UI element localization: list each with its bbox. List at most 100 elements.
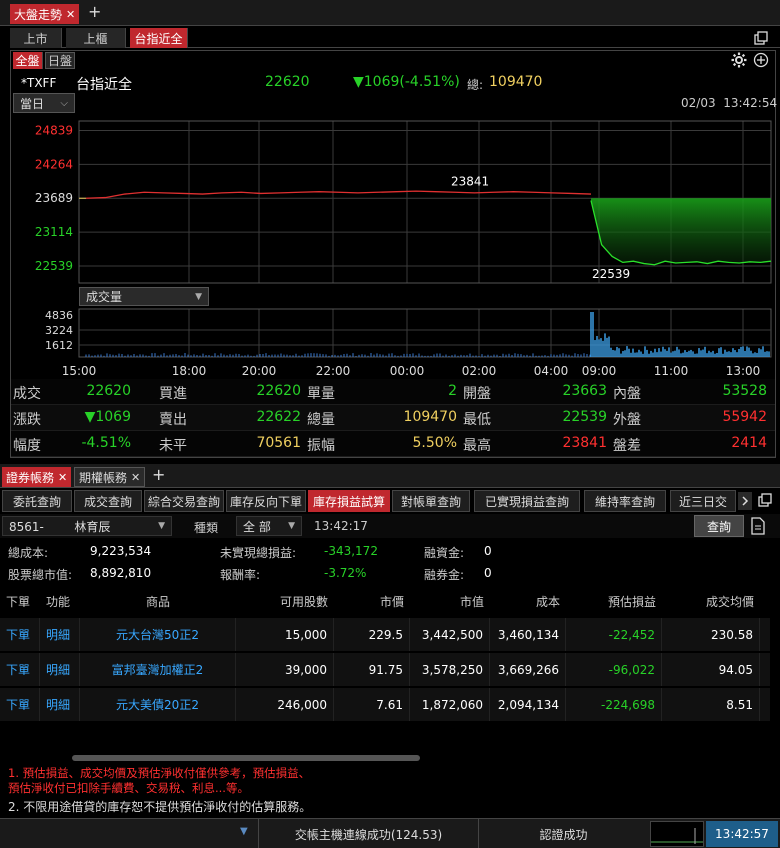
stat-label: 單量 <box>307 386 335 402</box>
volume-tick-label: 3224 <box>45 324 73 337</box>
detail-link[interactable]: 明細 <box>40 688 80 721</box>
tab-futures-label: 期權帳務 <box>79 470 128 485</box>
x-tick-label: 13:00 <box>726 364 761 378</box>
export-icon[interactable] <box>750 517 766 535</box>
function-tab[interactable]: 綜合交易查詢 <box>144 490 224 512</box>
column-header[interactable]: 功能 <box>46 593 74 610</box>
chevron-down-icon: ▼ <box>195 291 202 302</box>
volume-plot-frame <box>78 308 772 358</box>
x-tick-label: 11:00 <box>654 364 689 378</box>
stat-value: 53528 <box>722 383 767 399</box>
function-tab[interactable]: 已實現損益查詢 <box>474 490 580 512</box>
period-select-value: 當日 <box>20 96 45 111</box>
column-header[interactable]: 商品 <box>86 593 230 610</box>
add-tab-icon[interactable]: + <box>152 465 165 484</box>
add-tab-icon[interactable]: + <box>88 2 101 21</box>
stat-value: 5.50% <box>412 435 457 451</box>
column-header[interactable]: 下單 <box>6 593 34 610</box>
quote-total: 109470 <box>489 74 543 90</box>
subtab-futures[interactable]: 台指近全 <box>130 28 188 48</box>
function-tab[interactable]: 維持率查詢 <box>584 490 666 512</box>
order-link[interactable]: 下單 <box>0 688 40 721</box>
volume-select[interactable]: 成交量 ▼ <box>79 287 209 306</box>
gear-icon[interactable] <box>731 52 747 68</box>
x-tick-label: 09:00 <box>582 364 617 378</box>
mode-tab-day[interactable]: 日盤 <box>45 52 75 69</box>
type-label: 種類 <box>194 521 219 535</box>
status-clock: 13:42:57 <box>706 821 778 847</box>
function-tab[interactable]: 庫存反向下單 <box>226 490 306 512</box>
x-tick-label: 04:00 <box>534 364 569 378</box>
subtab-otc[interactable]: 上櫃 <box>66 28 126 48</box>
holdings-table: 下單 功能 商品 可用股數 市價 市值 成本 預估損益 成交均價 下單 明細 元大台灣50正2 15,0… <box>0 588 770 724</box>
table-header: 下單 功能 商品 可用股數 市價 市值 成本 預估損益 成交均價 <box>0 588 770 614</box>
table-row[interactable]: 下單 明細 元大美債20正2 246,000 7.61 1,872,060 2,094,13… <box>0 688 770 722</box>
x-tick-label: 15:00 <box>62 364 97 378</box>
function-tab[interactable]: 庫存損益試算 <box>308 490 390 512</box>
y-tick-label: 24839 <box>35 123 73 137</box>
popout-icon[interactable] <box>758 493 772 507</box>
table-cell: 229.5 <box>334 618 410 651</box>
mini-chart <box>650 821 704 847</box>
stat-value: 55942 <box>722 409 767 425</box>
popout-icon[interactable] <box>754 31 768 45</box>
x-tick-label: 20:00 <box>242 364 277 378</box>
mode-tab-full[interactable]: 全盤 <box>13 52 43 69</box>
table-cell: 15,000 <box>236 618 334 651</box>
table-row[interactable]: 下單 明細 元大台灣50正2 15,000 229.5 3,442,500 3,460,13… <box>0 618 770 652</box>
tab-market-trend[interactable]: 大盤走勢 ✕ <box>10 4 80 24</box>
account-select[interactable]: 8561- 林育辰 ▼ <box>2 516 172 536</box>
column-header[interactable]: 可用股數 <box>242 593 328 610</box>
horizontal-scrollbar[interactable] <box>72 755 420 761</box>
stat-label: 成交 <box>13 386 41 402</box>
column-header[interactable]: 市值 <box>416 593 484 610</box>
table-cell: 3,669,266 <box>490 653 566 686</box>
stat-label: 最高 <box>463 438 491 454</box>
period-select[interactable]: 當日 ⌵ <box>13 93 75 113</box>
tab-securities-account[interactable]: 證券帳務 ✕ <box>2 467 72 487</box>
table-cell: 元大美債20正2 <box>80 688 236 721</box>
tab-futures-account[interactable]: 期權帳務 ✕ <box>74 467 146 487</box>
status-bar: ▼ 交帳主機連線成功(124.53) 認證成功 13:42:57 <box>0 818 780 848</box>
x-tick-label: 00:00 <box>390 364 425 378</box>
mini-chart-graph <box>651 828 703 844</box>
high-annotation: 23841 <box>451 174 489 188</box>
stat-value: 2414 <box>731 435 767 451</box>
low-annotation: 22539 <box>592 267 630 281</box>
market-value-label: 股票總市值: <box>8 568 73 582</box>
stat-label: 買進 <box>159 386 187 402</box>
column-header[interactable]: 市價 <box>340 593 404 610</box>
stat-label: 最低 <box>463 412 491 428</box>
function-tab[interactable]: 對帳單查詢 <box>392 490 470 512</box>
scroll-right-icon[interactable] <box>738 492 752 510</box>
column-header[interactable]: 成交均價 <box>668 593 754 610</box>
add-circle-icon[interactable] <box>753 52 769 68</box>
column-header[interactable]: 成本 <box>496 593 560 610</box>
column-header[interactable]: 預估損益 <box>572 593 656 610</box>
table-row[interactable]: 下單 明細 富邦臺灣加權正2 39,000 91.75 3,578,250 3,669,26… <box>0 653 770 687</box>
account-select-value: 8561- 林育辰 <box>9 519 111 534</box>
detail-link[interactable]: 明細 <box>40 653 80 686</box>
auth-status: 認證成功 <box>478 819 648 848</box>
x-tick-label: 02:00 <box>462 364 497 378</box>
function-tab[interactable]: 成交查詢 <box>74 490 142 512</box>
table-cell: 富邦臺灣加權正2 <box>80 653 236 686</box>
subtab-listed[interactable]: 上市 <box>10 28 62 48</box>
query-button[interactable]: 查詢 <box>694 515 744 537</box>
unrealized-label: 未實現總損益: <box>220 546 297 560</box>
table-cell: 8.51 <box>662 688 760 721</box>
order-link[interactable]: 下單 <box>0 618 40 651</box>
function-tab[interactable]: 委託查詢 <box>2 490 72 512</box>
status-caret-icon[interactable]: ▼ <box>240 826 248 837</box>
quote-total-label: 總: <box>467 78 484 92</box>
function-tab[interactable]: 近三日交 <box>670 490 736 512</box>
close-icon[interactable]: ✕ <box>58 471 67 484</box>
type-select[interactable]: 全 部 ▼ <box>236 516 302 536</box>
close-icon[interactable]: ✕ <box>131 471 140 484</box>
detail-link[interactable]: 明細 <box>40 618 80 651</box>
order-link[interactable]: 下單 <box>0 653 40 686</box>
close-icon[interactable]: ✕ <box>66 8 75 21</box>
connection-status: 交帳主機連線成功(124.53) <box>258 819 478 848</box>
table-cell: 91.75 <box>334 653 410 686</box>
x-tick-label: 18:00 <box>172 364 207 378</box>
